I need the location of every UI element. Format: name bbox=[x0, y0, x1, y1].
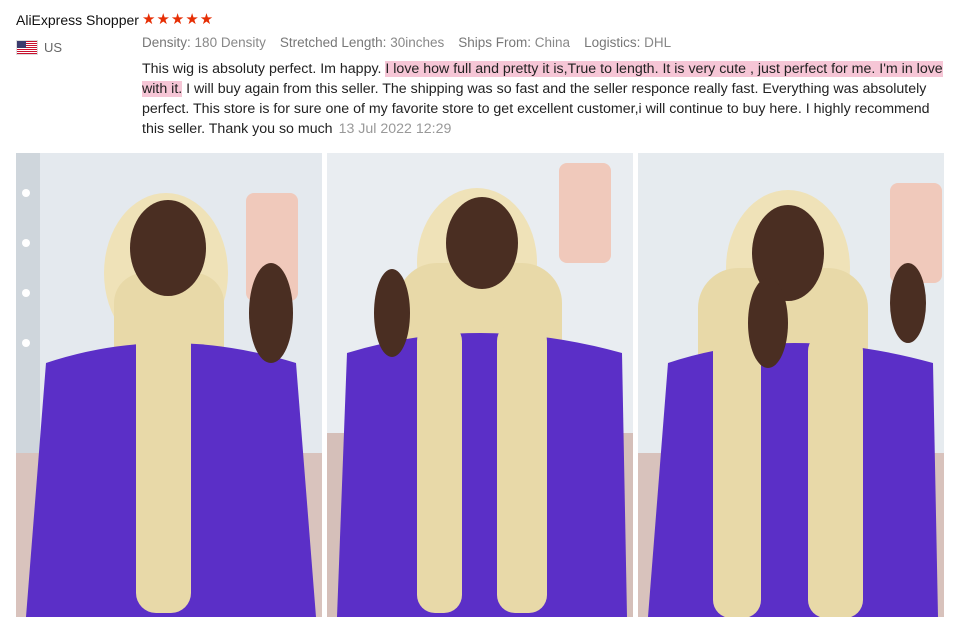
photo-1-image bbox=[16, 153, 322, 617]
review-text-part1: This wig is absoluty perfect. Im happy. bbox=[142, 61, 386, 77]
attribute-stretched-length: Stretched Length: 30inches bbox=[279, 35, 445, 50]
review-photo-3[interactable] bbox=[638, 153, 944, 617]
review-attributes: Density: 180 Density Stretched Length: 3… bbox=[142, 35, 671, 50]
review-photos bbox=[16, 153, 944, 617]
review-photo-2[interactable] bbox=[327, 153, 633, 617]
photo-3-image bbox=[638, 153, 944, 617]
review-body: This wig is absoluty perfect. Im happy. … bbox=[142, 59, 948, 139]
review-text-part2: I will buy again from this seller. The s… bbox=[142, 81, 930, 137]
reviewer-name: AliExpress Shopper bbox=[16, 12, 139, 28]
attribute-density: Density: 180 Density bbox=[142, 35, 266, 50]
country-code: US bbox=[44, 40, 63, 55]
reviewer-country: US bbox=[16, 40, 62, 55]
photo-2-image bbox=[327, 153, 633, 617]
review-photo-1[interactable] bbox=[16, 153, 322, 617]
attribute-ships-from: Ships From: China bbox=[458, 35, 571, 50]
attribute-logistics: Logistics: DHL bbox=[584, 35, 672, 50]
star-rating: ★★★★★ bbox=[142, 11, 215, 28]
review-date: 13 Jul 2022 12:29 bbox=[338, 121, 452, 137]
us-flag-icon bbox=[16, 40, 38, 55]
reviewer-info: AliExpress Shopper bbox=[16, 12, 139, 30]
